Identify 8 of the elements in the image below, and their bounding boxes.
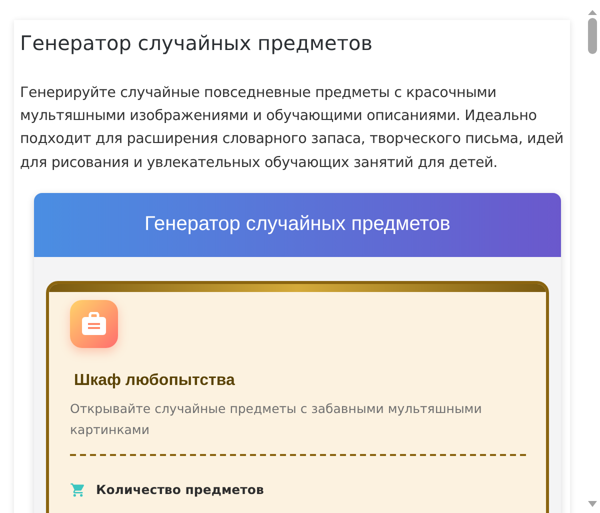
widget-title: Генератор случайных предметов — [144, 213, 450, 236]
card-subtitle: Открывайте случайные предметы с забавными мультяшными картинками — [70, 400, 483, 439]
card-title: Шкаф любопытства — [74, 372, 236, 390]
briefcase-icon — [70, 300, 118, 348]
cart-icon — [70, 482, 86, 498]
quantity-label: Количество предметов — [96, 482, 264, 498]
page-title: Генератор случайных предметов — [20, 30, 374, 57]
page-description: Генерируйте случайные повседневные предметы с красочными мультяшными изображениями и обучающими описаниями. Идеально подходит для расширения словарного запаса, творческого письма, идей для рисования и увлекательных обучающих занятий для детей. — [20, 84, 565, 173]
